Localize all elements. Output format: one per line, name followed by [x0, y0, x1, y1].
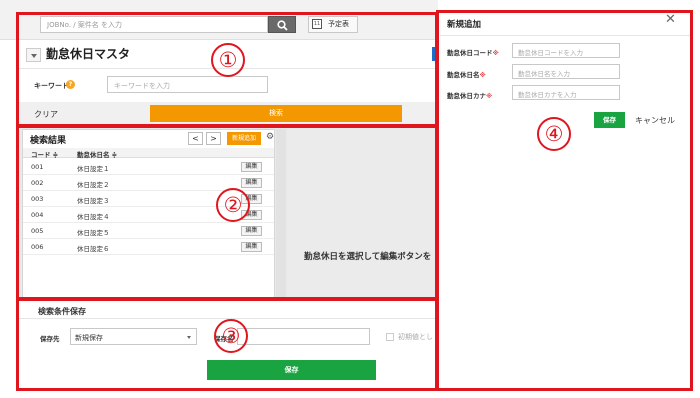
annotation-number-4: ④ — [537, 117, 571, 151]
annotation-box-4 — [436, 10, 693, 391]
annotation-number-3: ③ — [214, 319, 248, 353]
annotation-number-2: ② — [216, 188, 250, 222]
annotation-number-1: ① — [211, 43, 245, 77]
